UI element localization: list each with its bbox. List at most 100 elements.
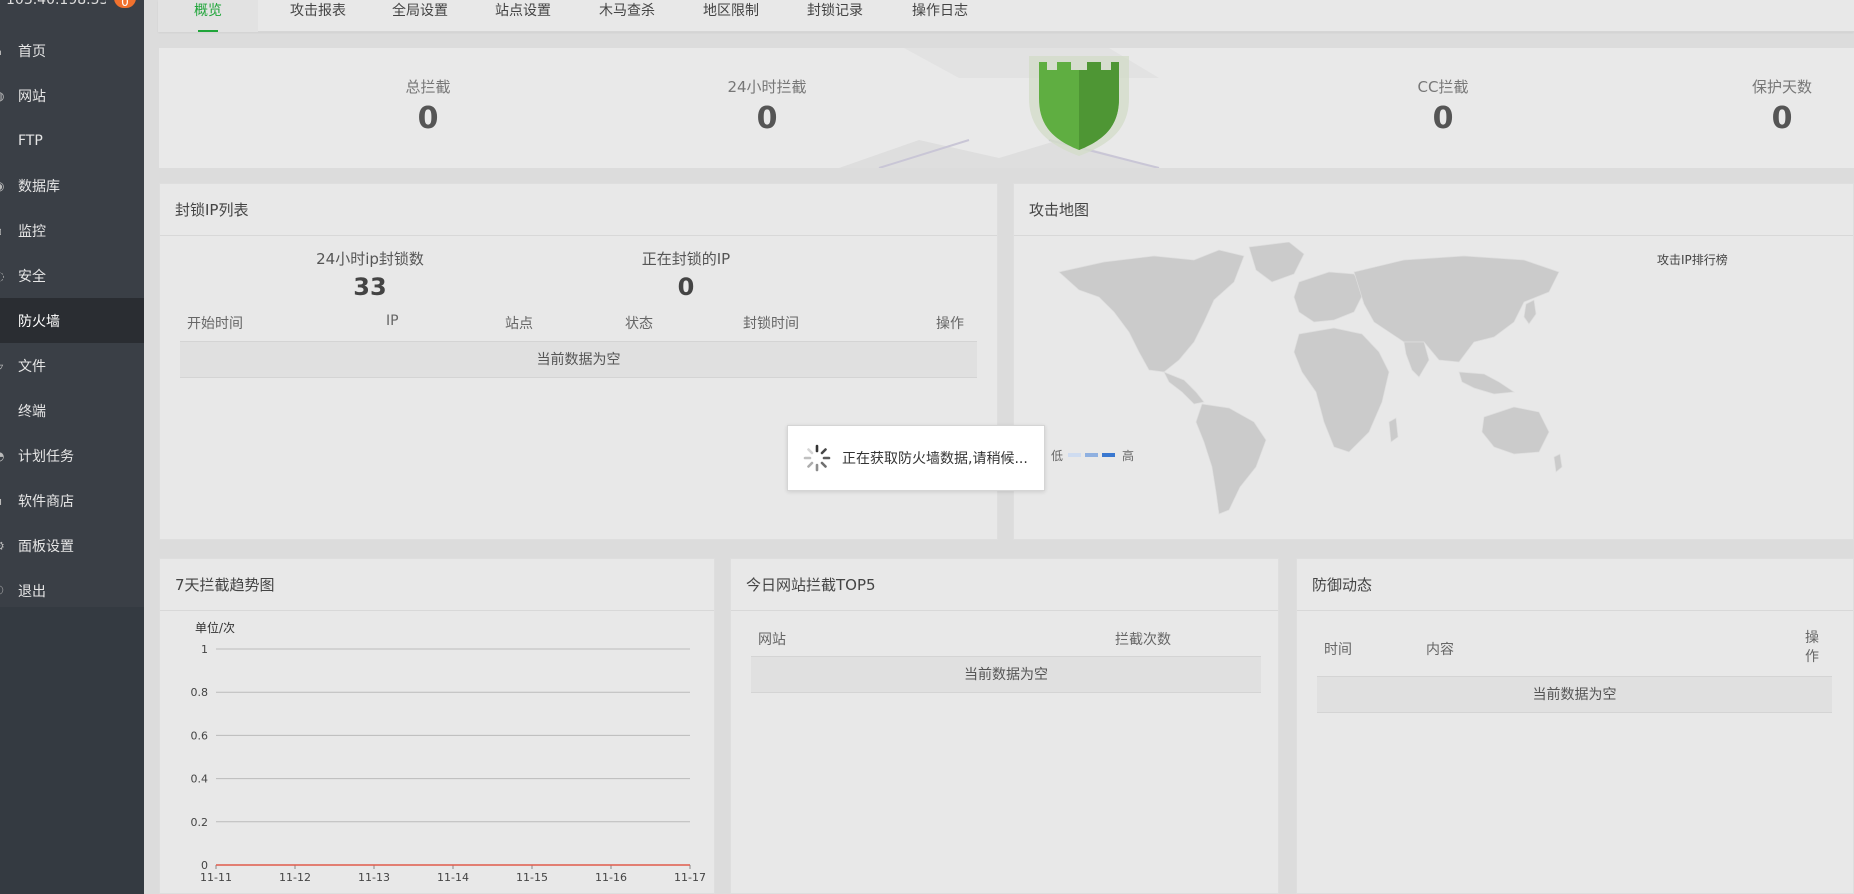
sidebar-item-security[interactable]: ◌安全 (0, 253, 144, 298)
y-tick-label: 1 (201, 643, 208, 656)
sidebar-item-terminal[interactable]: ▯终端 (0, 388, 144, 433)
column-status: 状态 (625, 316, 653, 332)
ftp-icon: ▸ (0, 134, 12, 148)
top5-column-count: 拦截次数 (1115, 632, 1171, 648)
blocking-now-value: 0 (677, 273, 695, 301)
legend-high-label: 高 (1122, 449, 1135, 463)
x-tick-label: 11-12 (279, 871, 311, 884)
y-tick-label: 0.6 (191, 729, 209, 742)
stat-24h-block: 24小时拦截 0 (667, 76, 867, 136)
monitor-icon: ▫ (0, 224, 12, 238)
top5-panel: 今日网站拦截TOP5 网站 拦截次数 当前数据为空 (730, 558, 1279, 894)
spinner-icon (803, 444, 831, 472)
tab-operation-log[interactable]: 操作日志 (900, 0, 980, 32)
tab-block-records[interactable]: 封锁记录 (795, 0, 875, 32)
tab-attack-report[interactable]: 攻击报表 (278, 0, 358, 32)
legend-swatch-low (1068, 453, 1081, 457)
defense-column-action: 操作 (1805, 630, 1819, 665)
loading-text: 正在获取防火墙数据,请稍候... (842, 451, 1028, 467)
y-tick-label: 0.8 (191, 686, 209, 699)
sidebar-header: 103.40.198.53 0 (0, 0, 144, 28)
defense-panel: 防御动态 时间 内容 操作 当前数据为空 (1296, 558, 1854, 894)
sidebar-item-cron[interactable]: ◔计划任务 (0, 433, 144, 478)
column-block-time: 封锁时间 (743, 316, 799, 332)
shield-icon (1029, 56, 1129, 156)
top5-empty-row: 当前数据为空 (751, 656, 1261, 693)
x-tick-label: 11-16 (595, 871, 627, 884)
tab-region-limit[interactable]: 地区限制 (691, 0, 771, 32)
attack-map-panel: 攻击地图 攻击IP排行榜 低 高 (1013, 183, 1854, 540)
stat-total-block-label: 总拦截 (405, 78, 451, 96)
stat-total-block-value: 0 (417, 101, 439, 136)
blocked-ip-title: 封锁IP列表 (160, 184, 997, 236)
sidebar: 103.40.198.53 0 ⌂首页 ◍网站 ▸FTP ◉数据库 ▫监控 ◌安… (0, 0, 144, 894)
attack-ip-ranking-label: 攻击IP排行榜 (1657, 253, 1728, 267)
blocking-now-stat: 正在封锁的IP 0 (586, 248, 786, 301)
shield-logo (949, 48, 1209, 168)
sidebar-item-files[interactable]: ▱文件 (0, 343, 144, 388)
defense-empty-row: 当前数据为空 (1317, 676, 1832, 713)
blocked-24h-value: 33 (353, 273, 387, 301)
database-icon: ◉ (0, 179, 12, 193)
trend-chart-panel: 7天拦截趋势图 单位/次 0 0.2 0.4 0.6 0.8 1 11-11 11-12 11-… (159, 558, 715, 894)
trend-line-chart: 00.20.40.60.8111-11 11-12 11-13 11-14 11-15 1… (191, 643, 706, 884)
column-ip: IP (386, 313, 399, 329)
blocked-24h-label: 24小时ip封锁数 (316, 250, 424, 268)
stats-panel: 总拦截 0 24小时拦截 0 CC拦截 0 保护天数 0 (159, 48, 1854, 168)
shield-icon: ◌ (0, 269, 12, 283)
defense-title: 防御动态 (1297, 559, 1853, 611)
stat-total-block: 总拦截 0 (328, 76, 528, 136)
x-tick-label: 11-15 (516, 871, 548, 884)
x-tick-label: 11-14 (437, 871, 469, 884)
sidebar-item-firewall[interactable]: ▮防火墙 (0, 298, 144, 343)
defense-column-content: 内容 (1426, 642, 1454, 658)
sidebar-item-monitor[interactable]: ▫监控 (0, 208, 144, 253)
tab-trojan-scan[interactable]: 木马查杀 (587, 0, 667, 32)
sidebar-item-database[interactable]: ◉数据库 (0, 163, 144, 208)
sidebar-item-ftp[interactable]: ▸FTP (0, 118, 144, 163)
x-tick-label: 11-17 (674, 871, 706, 884)
sidebar-item-settings[interactable]: ⚙面板设置 (0, 523, 144, 568)
server-ip: 103.40.198.53 (6, 0, 106, 8)
column-site: 站点 (505, 316, 533, 332)
blocked-ip-empty-row: 当前数据为空 (180, 341, 977, 378)
store-icon: ▪ (0, 494, 12, 508)
top5-title: 今日网站拦截TOP5 (731, 559, 1278, 611)
gear-icon: ⚙ (0, 539, 12, 553)
column-start-time: 开始时间 (187, 316, 243, 332)
defense-column-time: 时间 (1324, 642, 1352, 658)
x-tick-label: 11-11 (200, 871, 232, 884)
blocked-24h-stat: 24小时ip封锁数 33 (270, 248, 470, 301)
tab-site-settings[interactable]: 站点设置 (483, 0, 563, 32)
loading-dialog: 正在获取防火墙数据,请稍候... (787, 425, 1045, 491)
notification-badge[interactable]: 0 (114, 0, 136, 9)
globe-icon: ◍ (0, 89, 12, 103)
firewall-icon: ▮ (0, 314, 12, 328)
terminal-icon: ▯ (0, 404, 12, 418)
stat-cc-block-label: CC拦截 (1417, 78, 1469, 96)
tab-overview[interactable]: 概览 (158, 0, 258, 32)
stat-24h-block-label: 24小时拦截 (727, 78, 807, 96)
sidebar-item-store[interactable]: ▪软件商店 (0, 478, 144, 523)
sidebar-footer (0, 607, 144, 894)
folder-icon: ▱ (0, 359, 12, 373)
attack-map-title: 攻击地图 (1014, 184, 1853, 236)
stat-cc-block-value: 0 (1432, 101, 1454, 136)
y-tick-label: 0.4 (191, 773, 209, 786)
legend-swatch-high (1102, 453, 1115, 457)
legend-swatch-mid (1085, 453, 1098, 457)
world-map (1058, 242, 1563, 515)
tab-global-settings[interactable]: 全局设置 (380, 0, 460, 32)
legend-low-label: 低 (1051, 449, 1064, 463)
stat-cc-block: CC拦截 0 (1343, 76, 1543, 136)
stat-24h-block-value: 0 (756, 101, 778, 136)
stat-protect-days-value: 0 (1771, 101, 1793, 136)
sidebar-item-home[interactable]: ⌂首页 (0, 28, 144, 73)
y-tick-label: 0.2 (191, 816, 209, 829)
column-action: 操作 (936, 316, 964, 332)
top5-column-site: 网站 (758, 632, 786, 648)
blocking-now-label: 正在封锁的IP (641, 250, 731, 268)
home-icon: ⌂ (0, 44, 12, 58)
sidebar-item-website[interactable]: ◍网站 (0, 73, 144, 118)
stat-protect-days: 保护天数 0 (1682, 76, 1854, 136)
